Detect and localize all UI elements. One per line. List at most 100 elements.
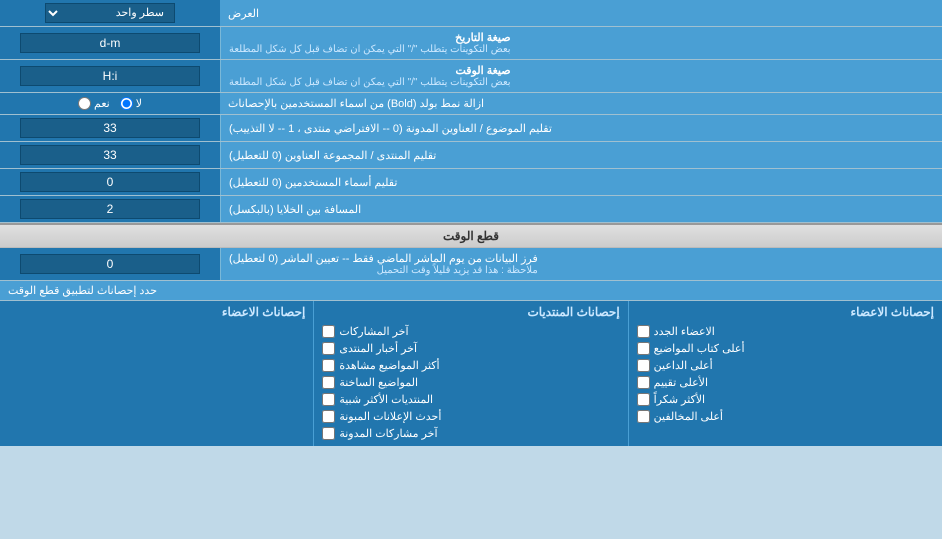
checkbox-most-thanks-label: الأكثر شكراً — [654, 393, 705, 406]
radio-no-text: لا — [136, 97, 142, 110]
bold-remove-label-text: ازالة نمط بولد (Bold) من اسماء المستخدمي… — [228, 97, 484, 110]
checkbox-announcements: أحدث الإعلانات المبونة — [322, 408, 619, 425]
cut-section-row: فرز البيانات من يوم الماشر الماضي فقط --… — [0, 248, 942, 281]
date-format-label-line1: صيغة التاريخ — [229, 31, 511, 44]
checkbox-last-posts: آخر المشاركات — [322, 323, 619, 340]
checkbox-blog-posts: آخر مشاركات المدونة — [322, 425, 619, 442]
user-names-input[interactable] — [20, 172, 200, 192]
forum-order-label: تقليم المنتدى / المجموعة العناوين (0 للت… — [220, 142, 942, 168]
radio-no[interactable] — [120, 97, 133, 110]
date-format-input[interactable] — [20, 33, 200, 53]
checkbox-similar-forums: المنتديات الأكثر شبية — [322, 391, 619, 408]
cell-spacing-input-cell — [0, 196, 220, 222]
cut-label-line1: فرز البيانات من يوم الماشر الماضي فقط --… — [229, 252, 538, 265]
time-format-label: صيغة الوقت بعض التكوينات يتطلب "/" التي … — [220, 60, 942, 92]
checkbox-top-rated-input[interactable] — [637, 376, 650, 389]
col2-header: إحصاناث المنتديات — [322, 305, 619, 323]
user-names-row: تقليم أسماء المستخدمين (0 للتعطيل) — [0, 169, 942, 196]
checkbox-col-1: إحصاناث الاعضاء — [0, 301, 313, 446]
limit-label-row: حدد إحصاناث لتطبيق قطع الوقت — [0, 281, 942, 301]
radio-yes-text: نعم — [94, 97, 110, 110]
col1-header: إحصاناث الاعضاء — [8, 305, 305, 323]
user-names-label: تقليم أسماء المستخدمين (0 للتعطيل) — [220, 169, 942, 195]
checkbox-violations-label: أعلى المخالفين — [654, 410, 723, 423]
bold-remove-radio-cell: لا نعم — [0, 93, 220, 114]
topic-order-row: تقليم الموضوع / العناوين المدونة (0 -- ا… — [0, 115, 942, 142]
time-format-input[interactable] — [20, 66, 200, 86]
user-names-label-text: تقليم أسماء المستخدمين (0 للتعطيل) — [229, 176, 397, 189]
checkbox-most-thanks: الأكثر شكراً — [637, 391, 934, 408]
checkbox-top-rated: الأعلى تقييم — [637, 374, 934, 391]
radio-yes[interactable] — [78, 97, 91, 110]
checkbox-member-new-label: الاعضاء الجدد — [654, 325, 715, 338]
checkbox-topic-writers: أعلى كتاب المواضيع — [637, 340, 934, 357]
time-format-row: صيغة الوقت بعض التكوينات يتطلب "/" التي … — [0, 60, 942, 93]
checkbox-announcements-input[interactable] — [322, 410, 335, 423]
checkbox-forum-news: آخر أخبار المنتدى — [322, 340, 619, 357]
checkbox-last-posts-input[interactable] — [322, 325, 335, 338]
cell-spacing-input[interactable] — [20, 199, 200, 219]
checkbox-col-3: إحصاناث الاعضاء الاعضاء الجدد أعلى كتاب … — [628, 301, 942, 446]
cut-section-header: قطع الوقت — [0, 223, 942, 248]
topic-order-input[interactable] — [20, 118, 200, 138]
forum-order-row: تقليم المنتدى / المجموعة العناوين (0 للت… — [0, 142, 942, 169]
checkbox-hot-topics: المواضيع الساخنة — [322, 374, 619, 391]
topic-order-label: تقليم الموضوع / العناوين المدونة (0 -- ا… — [220, 115, 942, 141]
date-format-label: صيغة التاريخ بعض التكوينات يتطلب "/" الت… — [220, 27, 942, 59]
checkbox-similar-forums-label: المنتديات الأكثر شبية — [339, 393, 433, 406]
checkbox-most-thanks-input[interactable] — [637, 393, 650, 406]
checkbox-top-rated-label: الأعلى تقييم — [654, 376, 708, 389]
time-format-label-line1: صيغة الوقت — [229, 64, 511, 77]
checkbox-announcements-label: أحدث الإعلانات المبونة — [339, 410, 441, 423]
time-format-input-cell — [0, 60, 220, 92]
cut-section-input-cell — [0, 248, 220, 280]
cut-section-header-text: قطع الوقت — [443, 229, 499, 243]
limit-label-text: حدد إحصاناث لتطبيق قطع الوقت — [8, 284, 157, 297]
checkbox-inviters-label: أعلى الداعين — [654, 359, 713, 372]
checkbox-blog-posts-label: آخر مشاركات المدونة — [339, 427, 437, 440]
checkbox-blog-posts-input[interactable] — [322, 427, 335, 440]
checkbox-last-posts-label: آخر المشاركات — [339, 325, 408, 338]
date-format-row: صيغة التاريخ بعض التكوينات يتطلب "/" الت… — [0, 27, 942, 60]
display-select[interactable]: سطر واحد سطران ثلاثة أسطر — [45, 3, 175, 23]
forum-order-label-text: تقليم المنتدى / المجموعة العناوين (0 للت… — [229, 149, 436, 162]
date-format-label-line2: بعض التكوينات يتطلب "/" التي يمكن ان تضا… — [229, 44, 511, 55]
user-names-input-cell — [0, 169, 220, 195]
col3-header: إحصاناث الاعضاء — [637, 305, 934, 323]
date-format-input-cell — [0, 27, 220, 59]
top-row: العرض سطر واحد سطران ثلاثة أسطر — [0, 0, 942, 27]
checkbox-inviters: أعلى الداعين — [637, 357, 934, 374]
checkbox-member-new-input[interactable] — [637, 325, 650, 338]
checkbox-violations-input[interactable] — [637, 410, 650, 423]
forum-order-input-cell — [0, 142, 220, 168]
checkbox-inviters-input[interactable] — [637, 359, 650, 372]
checkbox-hot-topics-input[interactable] — [322, 376, 335, 389]
checkbox-similar-forums-input[interactable] — [322, 393, 335, 406]
top-select-cell: سطر واحد سطران ثلاثة أسطر — [0, 0, 220, 26]
radio-no-label[interactable]: لا — [120, 97, 142, 110]
bold-remove-row: ازالة نمط بولد (Bold) من اسماء المستخدمي… — [0, 93, 942, 115]
cut-section-label: فرز البيانات من يوم الماشر الماضي فقط --… — [220, 248, 942, 280]
time-format-label-line2: بعض التكوينات يتطلب "/" التي يمكن ان تضا… — [229, 77, 511, 88]
bold-remove-label: ازالة نمط بولد (Bold) من اسماء المستخدمي… — [220, 93, 942, 114]
cut-section-input[interactable] — [20, 254, 200, 274]
checkbox-forum-news-input[interactable] — [322, 342, 335, 355]
cut-label-line2: ملاحظة : هذا قد يزيد قليلاً وقت التحميل — [229, 265, 538, 276]
checkbox-most-viewed-input[interactable] — [322, 359, 335, 372]
cell-spacing-label-text: المسافة بين الخلايا (بالبكسل) — [229, 203, 361, 216]
checkbox-hot-topics-label: المواضيع الساخنة — [339, 376, 418, 389]
forum-order-input[interactable] — [20, 145, 200, 165]
checkbox-topic-writers-label: أعلى كتاب المواضيع — [654, 342, 745, 355]
cell-spacing-row: المسافة بين الخلايا (بالبكسل) — [0, 196, 942, 223]
radio-yes-label[interactable]: نعم — [78, 97, 110, 110]
checkbox-member-new: الاعضاء الجدد — [637, 323, 934, 340]
checkbox-topic-writers-input[interactable] — [637, 342, 650, 355]
topic-order-input-cell — [0, 115, 220, 141]
checkbox-violations: أعلى المخالفين — [637, 408, 934, 425]
checkbox-most-viewed: أكثر المواضيع مشاهدة — [322, 357, 619, 374]
checkbox-most-viewed-label: أكثر المواضيع مشاهدة — [339, 359, 439, 372]
checkbox-forum-news-label: آخر أخبار المنتدى — [339, 342, 417, 355]
checkbox-col-2: إحصاناث المنتديات آخر المشاركات آخر أخبا… — [313, 301, 627, 446]
cell-spacing-label: المسافة بين الخلايا (بالبكسل) — [220, 196, 942, 222]
checkboxes-area: إحصاناث الاعضاء الاعضاء الجدد أعلى كتاب … — [0, 301, 942, 446]
